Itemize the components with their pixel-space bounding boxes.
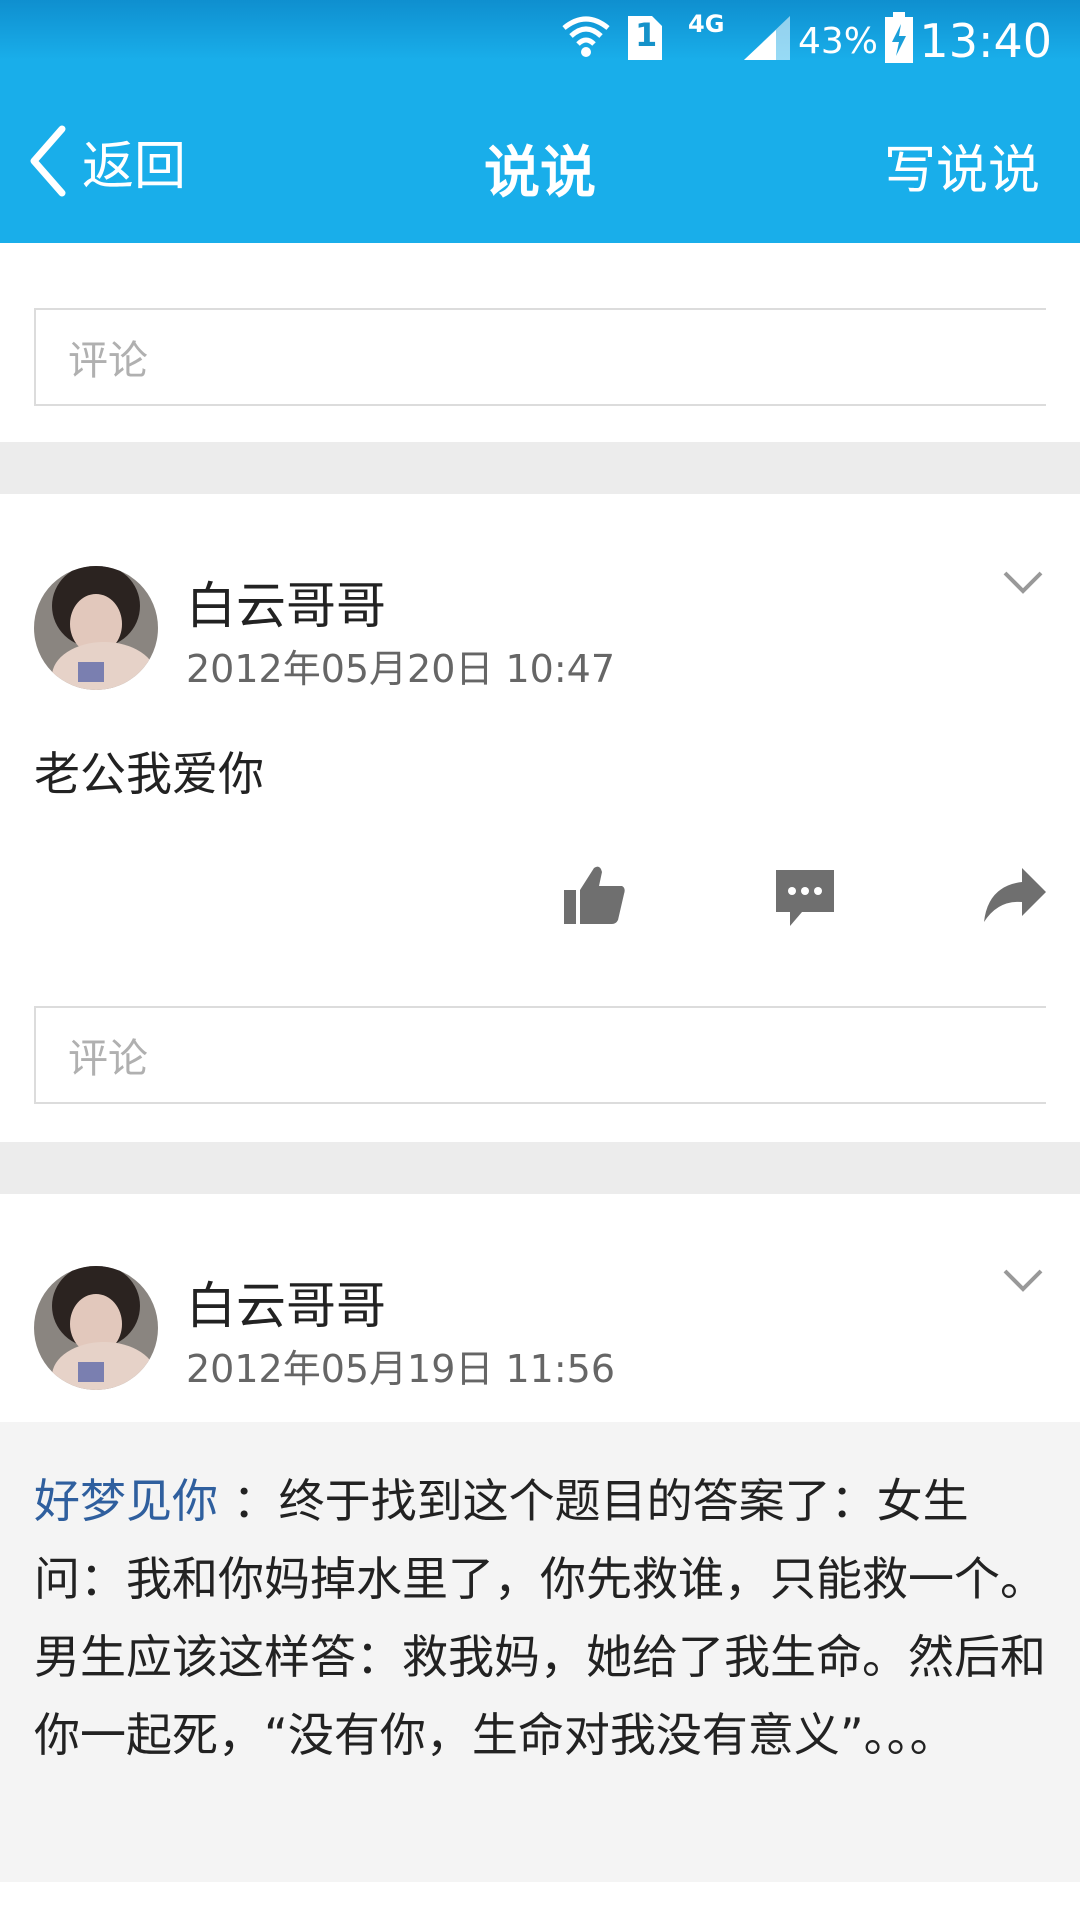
comment-input[interactable]: 评论 bbox=[34, 308, 1046, 406]
network-type: 4G bbox=[688, 10, 725, 38]
chevron-down-icon[interactable] bbox=[1002, 1268, 1044, 1294]
avatar[interactable] bbox=[34, 566, 158, 690]
post-time: 2012年05月20日 10:47 bbox=[186, 647, 616, 691]
chevron-down-icon[interactable] bbox=[1002, 570, 1044, 596]
post-text: 老公我爱你 bbox=[34, 747, 264, 801]
comment-placeholder: 评论 bbox=[68, 338, 148, 384]
post-author[interactable]: 白云哥哥 bbox=[186, 1266, 386, 1338]
shared-text: 好梦见你 ：终于找到这个题目的答案了：女生问：我和你妈掉水里了，你先救谁，只能救… bbox=[34, 1462, 1054, 1774]
battery-percent: 43% bbox=[797, 21, 878, 62]
write-post-button[interactable]: 写说说 bbox=[884, 128, 1040, 203]
post-time: 2012年05月19日 11:56 bbox=[186, 1347, 616, 1391]
signal-icon bbox=[744, 16, 790, 60]
section-divider bbox=[0, 442, 1080, 494]
avatar[interactable] bbox=[34, 1266, 158, 1390]
status-bar: 1 4G 43% 13:40 bbox=[0, 0, 1080, 78]
wifi-icon bbox=[562, 16, 610, 57]
sim-number: 1 bbox=[635, 16, 658, 54]
shared-author-link[interactable]: 好梦见你 bbox=[34, 1474, 218, 1528]
post-author[interactable]: 白云哥哥 bbox=[186, 566, 386, 638]
clock: 13:40 bbox=[919, 14, 1052, 68]
comment-input[interactable]: 评论 bbox=[34, 1006, 1046, 1104]
section-divider bbox=[0, 1142, 1080, 1194]
thumbs-up-icon[interactable] bbox=[562, 862, 628, 928]
battery-icon bbox=[885, 12, 913, 63]
comment-icon[interactable] bbox=[774, 868, 836, 928]
share-icon[interactable] bbox=[982, 866, 1048, 924]
header: 1 4G 43% 13:40 返回 说说 写说说 bbox=[0, 0, 1080, 243]
comment-placeholder: 评论 bbox=[68, 1036, 148, 1082]
